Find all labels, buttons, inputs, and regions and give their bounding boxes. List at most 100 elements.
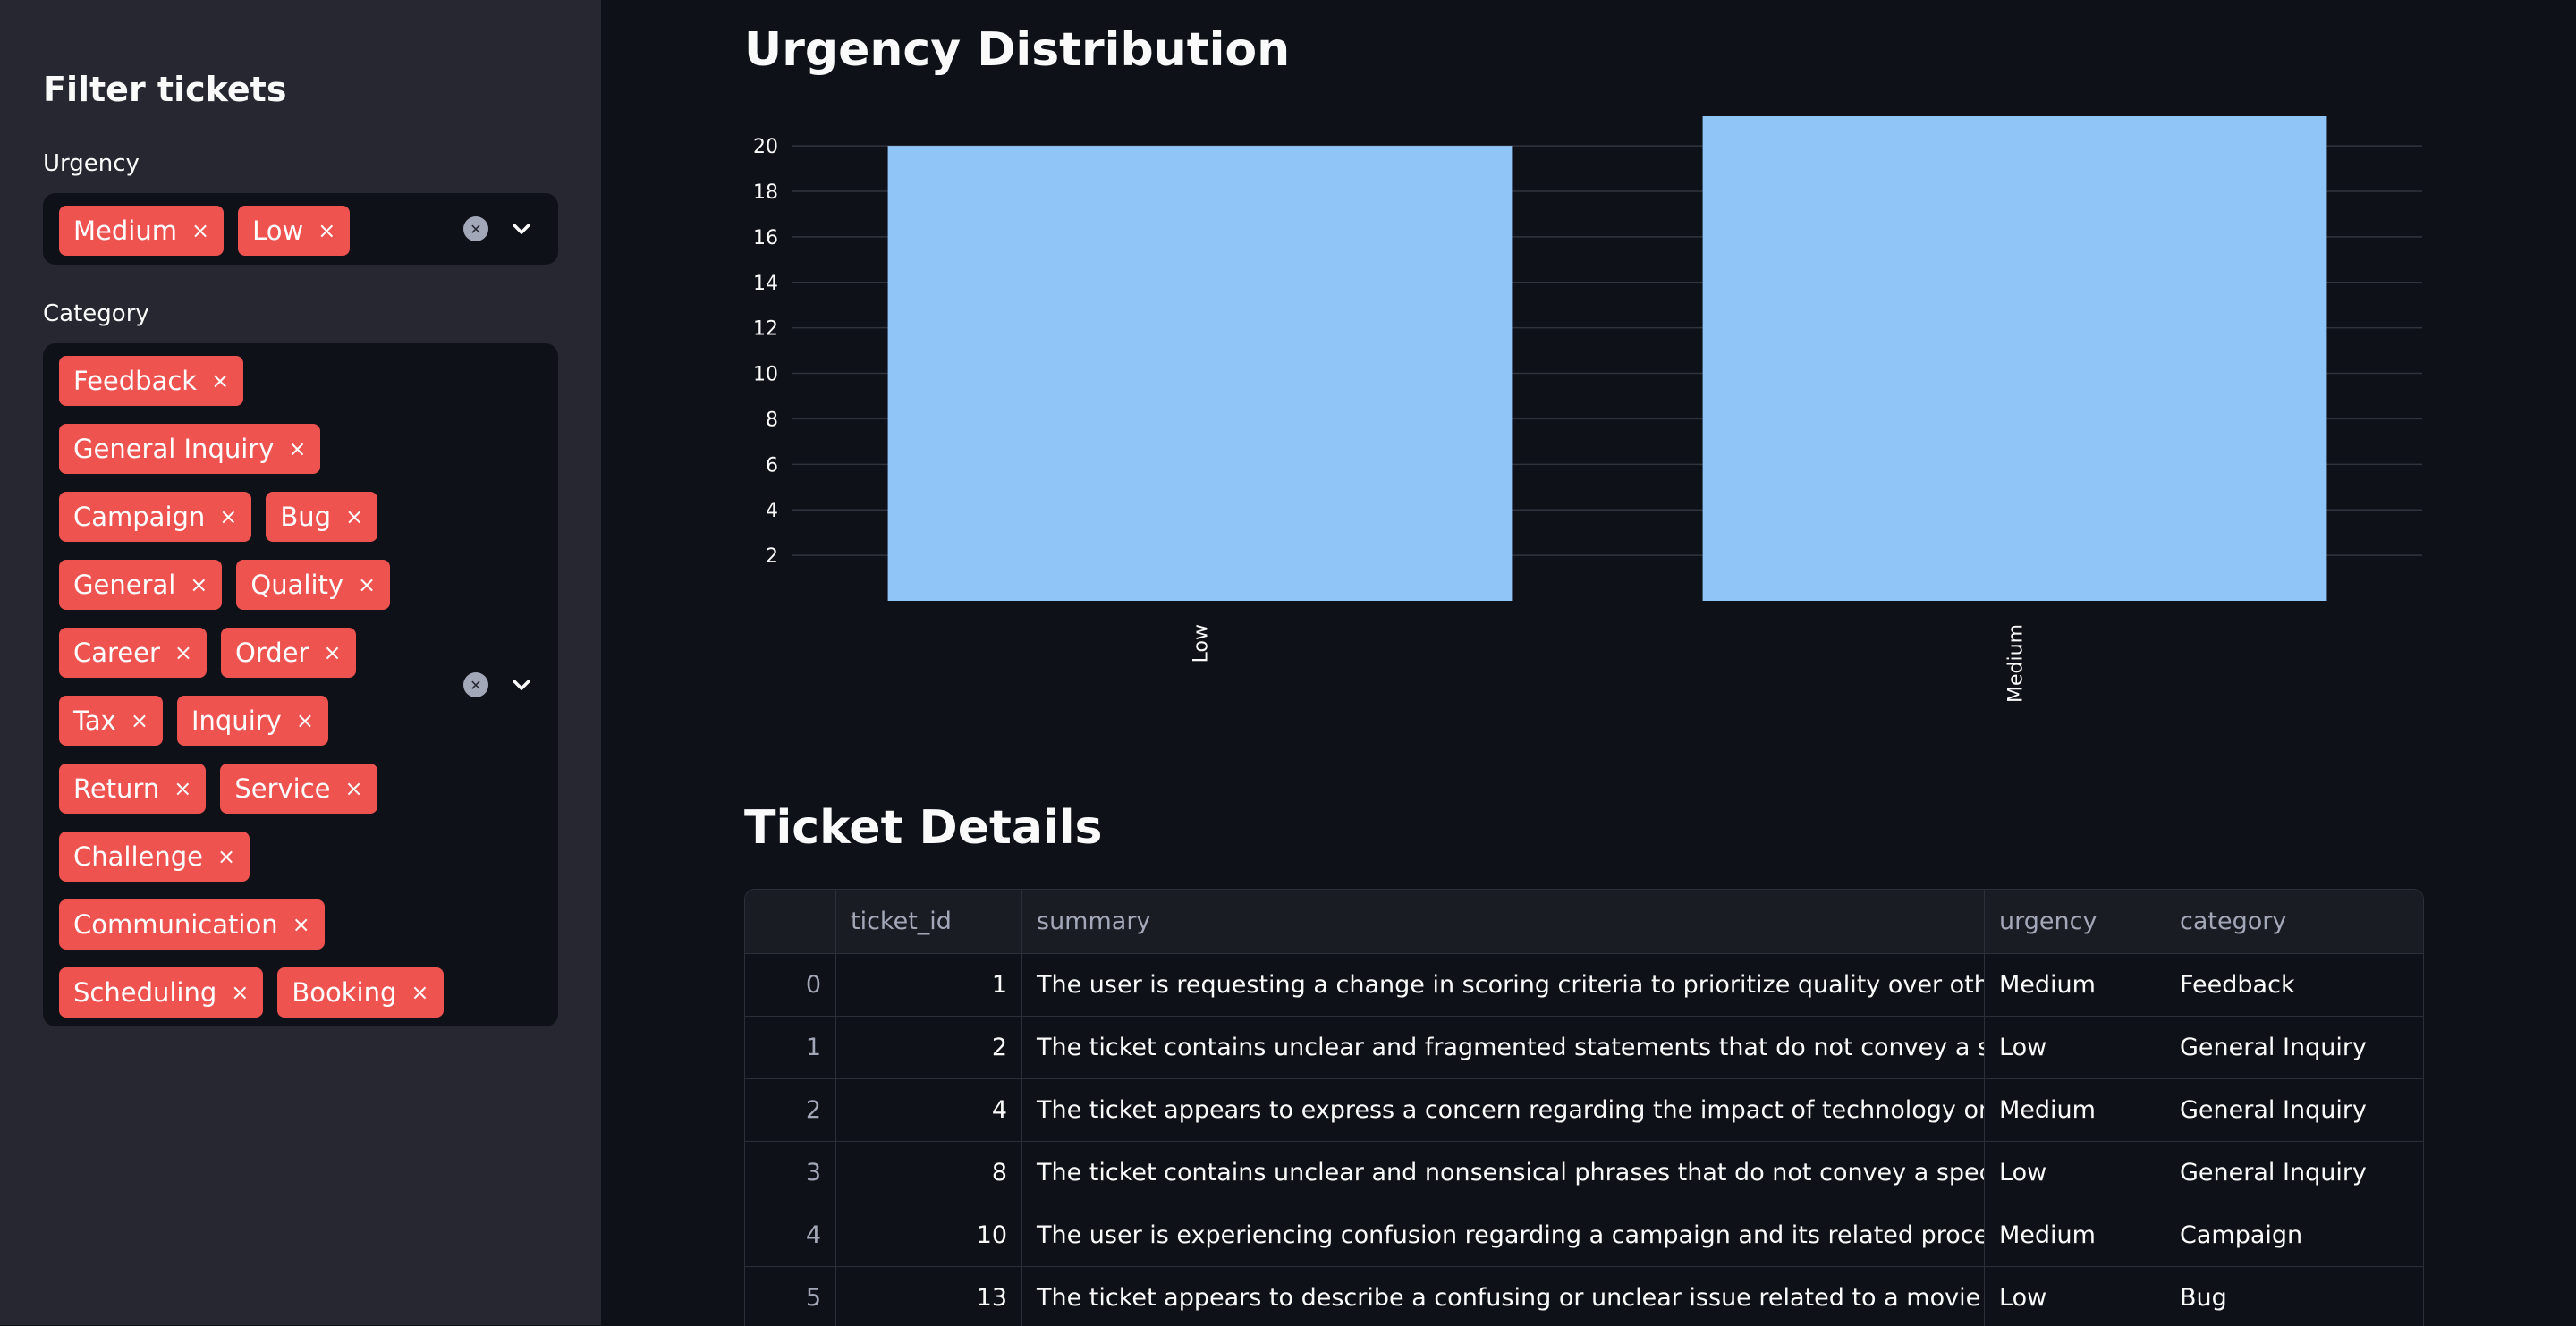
selected-tag[interactable]: Quality × xyxy=(236,560,391,610)
selected-tag[interactable]: Service × xyxy=(220,764,377,814)
table-cell-urgency[interactable]: Medium xyxy=(1985,1079,2165,1141)
table-cell-idx[interactable]: 0 xyxy=(745,954,836,1016)
remove-tag-icon[interactable]: × xyxy=(292,912,310,937)
urgency-multiselect[interactable]: Medium × Low × ✕ xyxy=(43,193,558,265)
y-tick-label: 18 xyxy=(753,182,778,204)
selected-tag[interactable]: General × xyxy=(59,560,223,610)
selected-tag[interactable]: Order × xyxy=(221,628,356,678)
remove-tag-icon[interactable]: × xyxy=(174,640,192,665)
selected-tag[interactable]: Low × xyxy=(238,206,351,256)
selected-tag[interactable]: Return × xyxy=(59,764,207,814)
table-cell-category[interactable]: Bug xyxy=(2165,1267,2423,1326)
table-cell-category[interactable]: General Inquiry xyxy=(2165,1079,2423,1141)
table-cell-summary[interactable]: The ticket appears to express a concern … xyxy=(1022,1079,1985,1141)
table-cell-idx[interactable]: 3 xyxy=(745,1142,836,1204)
bar-medium xyxy=(1702,116,2327,601)
selected-tag[interactable]: Career × xyxy=(59,628,208,678)
remove-tag-icon[interactable]: × xyxy=(296,708,314,733)
table-cell-category[interactable]: Feedback xyxy=(2165,954,2423,1016)
selected-tag[interactable]: Communication × xyxy=(59,899,325,950)
remove-tag-icon[interactable]: × xyxy=(345,776,363,801)
selected-tag[interactable]: Scheduling × xyxy=(59,967,264,1018)
table-cell-summary[interactable]: The user is experiencing confusion regar… xyxy=(1022,1204,1985,1266)
ticket-table[interactable]: ticket_id summary urgency category 0 1 The us… xyxy=(744,889,2424,1326)
tag-label: Campaign xyxy=(73,502,206,532)
remove-tag-icon[interactable]: × xyxy=(288,436,306,461)
clear-icon[interactable]: ✕ xyxy=(463,672,488,697)
selected-tag[interactable]: Tax × xyxy=(59,696,163,746)
table-cell-urgency[interactable]: Medium xyxy=(1985,1204,2165,1266)
table-cell-summary[interactable]: The ticket appears to describe a confusi… xyxy=(1022,1267,1985,1326)
table-cell-ticket-id[interactable]: 13 xyxy=(836,1267,1022,1326)
table-row[interactable]: 4 10 The user is experiencing confusion re… xyxy=(745,1204,2423,1267)
table-row[interactable]: 1 2 The ticket contains unclear and fragme… xyxy=(745,1017,2423,1079)
selected-tag[interactable]: Campaign × xyxy=(59,492,252,542)
table-cell-summary[interactable]: The ticket contains unclear and nonsensi… xyxy=(1022,1142,1985,1204)
table-cell-urgency[interactable]: Low xyxy=(1985,1142,2165,1204)
y-tick-label: 16 xyxy=(753,227,778,249)
selected-tag[interactable]: Challenge × xyxy=(59,832,250,882)
column-header[interactable]: category xyxy=(2165,890,2423,953)
remove-tag-icon[interactable]: × xyxy=(131,708,148,733)
remove-tag-icon[interactable]: × xyxy=(190,572,208,597)
remove-tag-icon[interactable]: × xyxy=(231,980,249,1005)
table-cell-urgency[interactable]: Low xyxy=(1985,1267,2165,1326)
column-header[interactable]: urgency xyxy=(1985,890,2165,953)
table-cell-category[interactable]: General Inquiry xyxy=(2165,1017,2423,1078)
remove-tag-icon[interactable]: × xyxy=(174,776,191,801)
tag-label: Challenge xyxy=(73,841,203,872)
table-cell-category[interactable]: Campaign xyxy=(2165,1204,2423,1266)
table-cell-idx[interactable]: 2 xyxy=(745,1079,836,1141)
y-tick-label: 8 xyxy=(766,409,778,431)
table-cell-urgency[interactable]: Medium xyxy=(1985,954,2165,1016)
remove-tag-icon[interactable]: × xyxy=(345,504,363,529)
tag-label: Tax xyxy=(73,705,116,736)
table-cell-urgency[interactable]: Low xyxy=(1985,1017,2165,1078)
table-cell-idx[interactable]: 1 xyxy=(745,1017,836,1078)
remove-tag-icon[interactable]: × xyxy=(217,844,235,869)
table-cell-summary[interactable]: The ticket contains unclear and fragment… xyxy=(1022,1017,1985,1078)
chevron-down-icon[interactable] xyxy=(508,215,535,242)
column-header[interactable]: summary xyxy=(1022,890,1985,953)
table-row[interactable]: 5 13 The ticket appears to describe a conf… xyxy=(745,1267,2423,1326)
selected-tag[interactable]: Feedback × xyxy=(59,356,244,406)
table-cell-idx[interactable]: 5 xyxy=(745,1267,836,1326)
selected-tag[interactable]: Medium × xyxy=(59,206,225,256)
table-cell-category[interactable]: General Inquiry xyxy=(2165,1142,2423,1204)
tag-label: Quality xyxy=(250,570,344,600)
sidebar: Filter tickets Urgency Medium × Low × ✕ Cat… xyxy=(0,0,601,1325)
urgency-bar-chart: 2 4 6 8 10 12 14 16 18 20 Low Medium xyxy=(753,116,2422,703)
selected-tag[interactable]: Inquiry × xyxy=(176,696,328,746)
remove-tag-icon[interactable]: × xyxy=(411,980,428,1005)
remove-tag-icon[interactable]: × xyxy=(323,640,341,665)
table-cell-ticket-id[interactable]: 4 xyxy=(836,1079,1022,1141)
remove-tag-icon[interactable]: × xyxy=(211,368,229,393)
table-row[interactable]: 0 1 The user is requesting a change in sco… xyxy=(745,954,2423,1017)
y-tick-label: 2 xyxy=(766,545,778,568)
tag-label: Bug xyxy=(280,502,332,532)
table-cell-idx[interactable]: 4 xyxy=(745,1204,836,1266)
table-cell-ticket-id[interactable]: 10 xyxy=(836,1204,1022,1266)
table-section-title: Ticket Details xyxy=(744,801,1103,855)
table-row[interactable]: 2 4 The ticket appears to express a concer… xyxy=(745,1079,2423,1142)
clear-icon[interactable]: ✕ xyxy=(463,216,488,241)
selected-tag[interactable]: Booking × xyxy=(277,967,444,1018)
table-cell-ticket-id[interactable]: 8 xyxy=(836,1142,1022,1204)
chevron-down-icon[interactable] xyxy=(508,671,535,698)
category-multiselect[interactable]: Feedback × General Inquiry × Campaign × Bug × Ge… xyxy=(43,343,558,1026)
table-cell-ticket-id[interactable]: 2 xyxy=(836,1017,1022,1078)
selected-tag[interactable]: Bug × xyxy=(266,492,378,542)
remove-tag-icon[interactable]: × xyxy=(219,504,237,529)
table-cell-summary[interactable]: The user is requesting a change in scori… xyxy=(1022,954,1985,1016)
category-label: Category xyxy=(43,300,149,327)
remove-tag-icon[interactable]: × xyxy=(191,218,209,243)
remove-tag-icon[interactable]: × xyxy=(358,572,376,597)
y-tick-label: 4 xyxy=(766,500,778,522)
table-row[interactable]: 3 8 The ticket contains unclear and nonsen… xyxy=(745,1142,2423,1204)
column-header[interactable]: ticket_id xyxy=(836,890,1022,953)
selected-tag[interactable]: General Inquiry × xyxy=(59,424,321,474)
y-tick-label: 12 xyxy=(753,318,778,341)
table-cell-ticket-id[interactable]: 1 xyxy=(836,954,1022,1016)
column-header[interactable] xyxy=(745,890,836,953)
remove-tag-icon[interactable]: × xyxy=(318,218,335,243)
